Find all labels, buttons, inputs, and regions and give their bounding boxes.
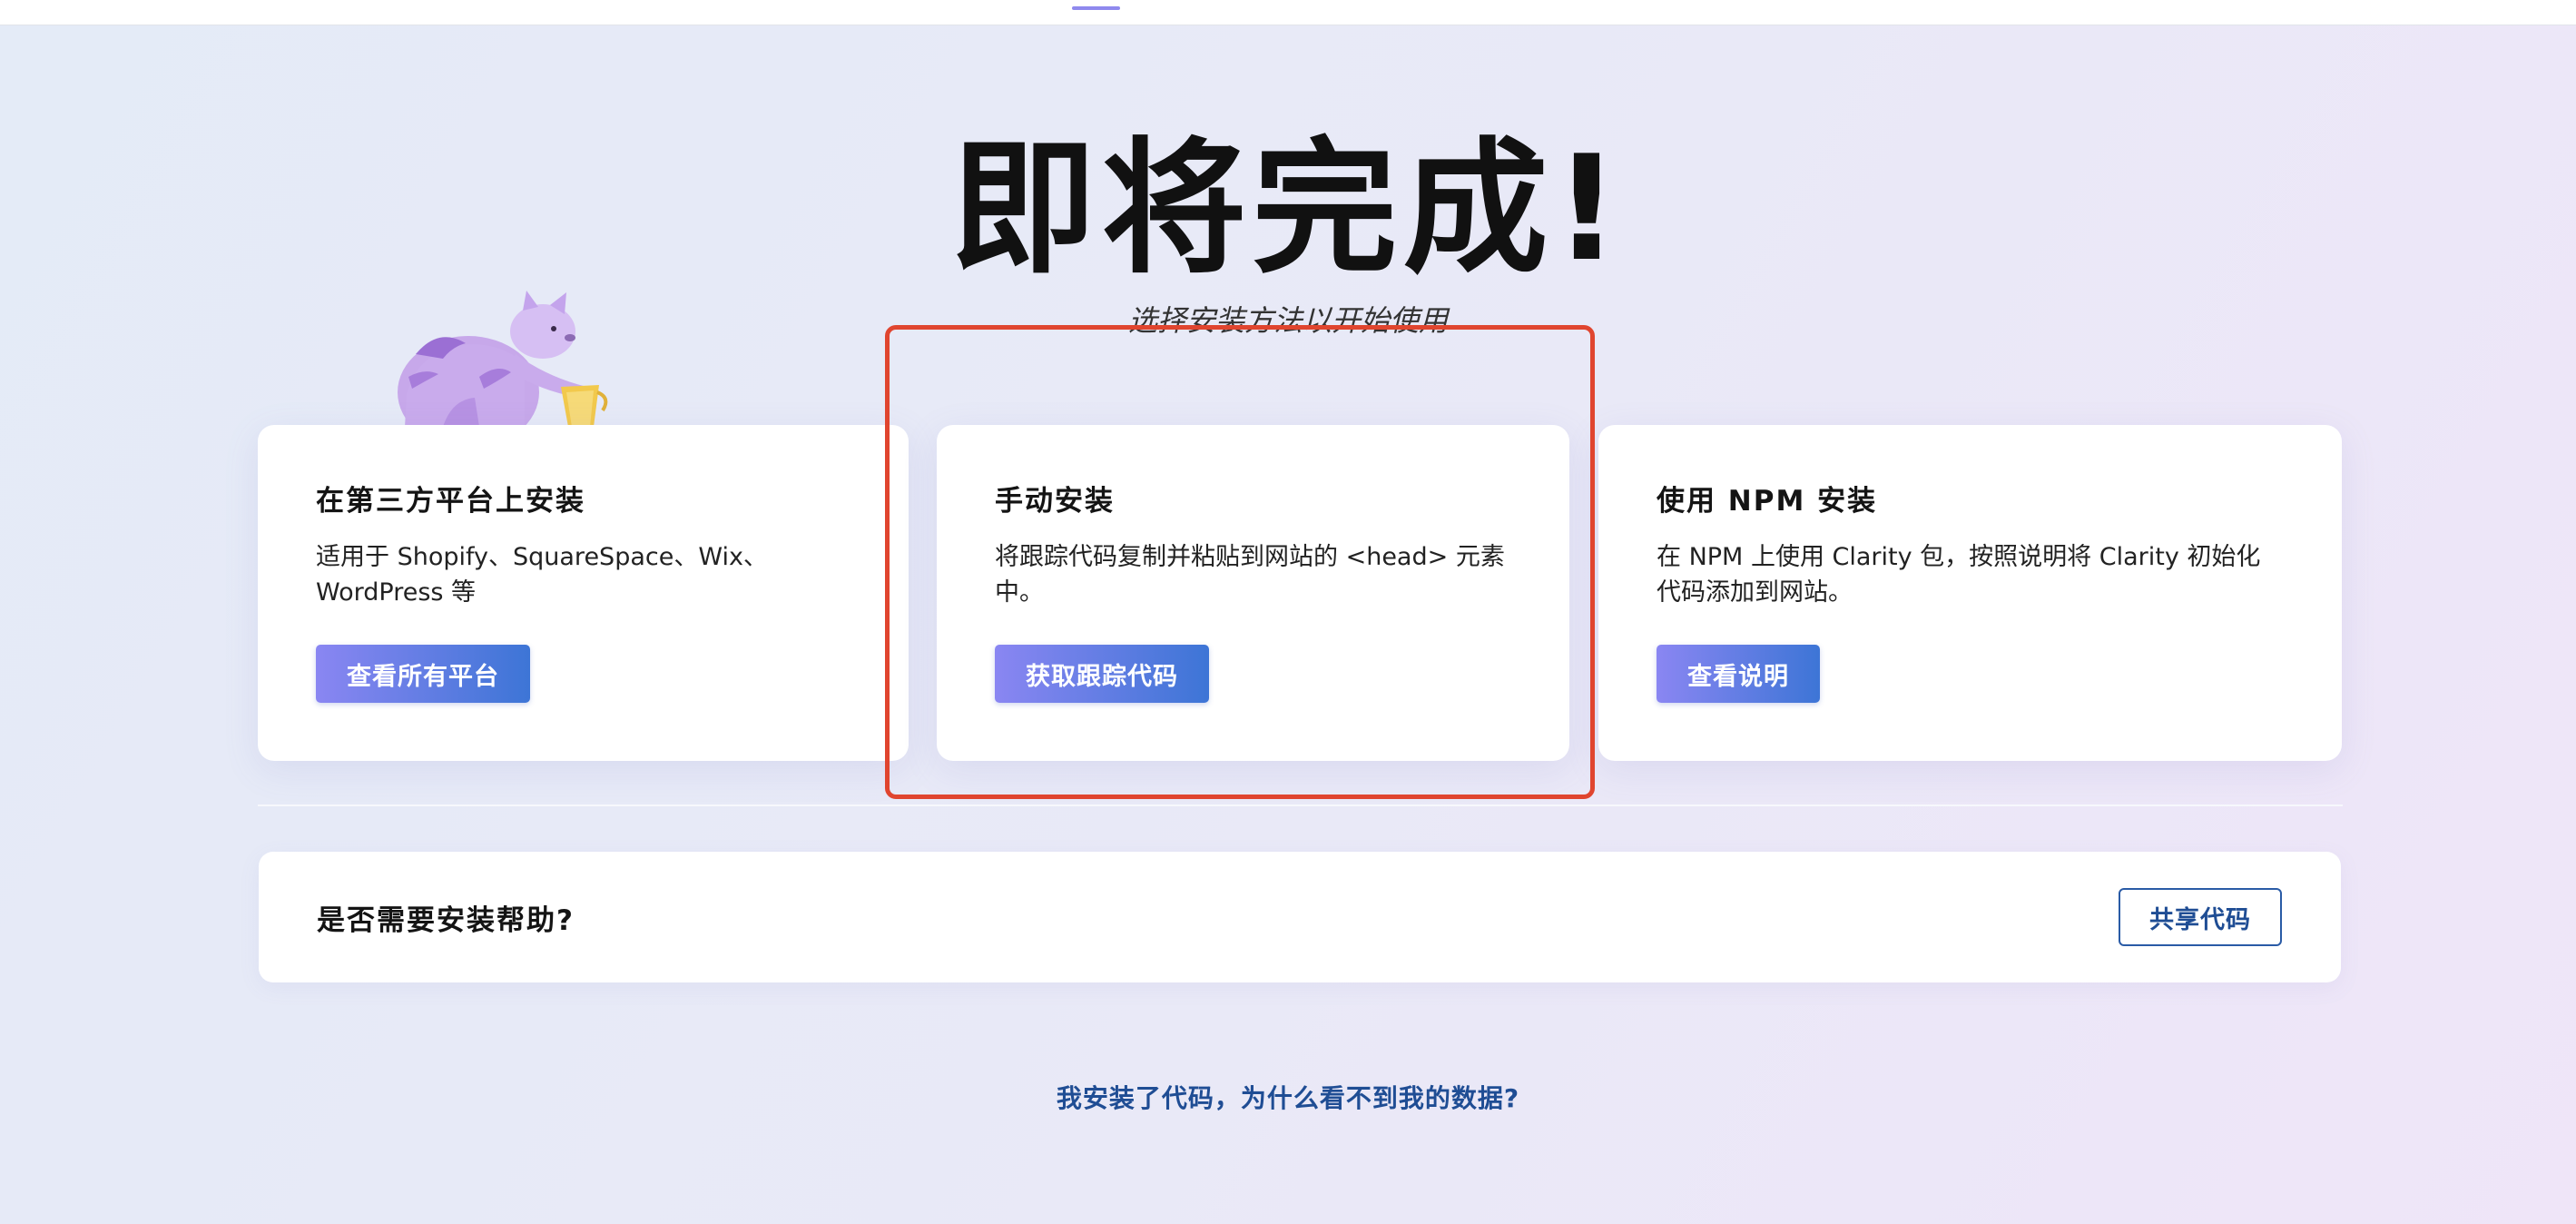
npm-install-card: 使用 NPM 安装 在 NPM 上使用 Clarity 包，按照说明将 Clar… [1598, 425, 2342, 761]
card-title: 在第三方平台上安装 [316, 485, 585, 518]
card-title: 使用 NPM 安装 [1657, 485, 1878, 518]
help-title: 是否需要安装帮助? [317, 904, 575, 937]
view-instructions-button[interactable]: 查看说明 [1657, 645, 1820, 703]
card-description: 适用于 Shopify、SquareSpace、Wix、WordPress 等 [316, 543, 768, 607]
missing-data-faq-link[interactable]: 我安装了代码，为什么看不到我的数据? [0, 1079, 2576, 1115]
share-code-button[interactable]: 共享代码 [2119, 888, 2282, 946]
active-tab-indicator [1072, 6, 1120, 10]
page-title: 即将完成! [950, 123, 1626, 293]
top-nav-bar [0, 0, 2576, 25]
section-divider [258, 804, 2343, 806]
third-party-install-card: 在第三方平台上安装 适用于 Shopify、SquareSpace、Wix、Wo… [258, 425, 909, 761]
install-help-card: 是否需要安装帮助? 共享代码 [259, 852, 2341, 982]
highlight-annotation-box [885, 325, 1595, 799]
view-all-platforms-button[interactable]: 查看所有平台 [316, 645, 530, 703]
cat-mascot-illustration [398, 291, 608, 427]
card-description: 在 NPM 上使用 Clarity 包，按照说明将 Clarity 初始化代码添… [1657, 543, 2261, 607]
